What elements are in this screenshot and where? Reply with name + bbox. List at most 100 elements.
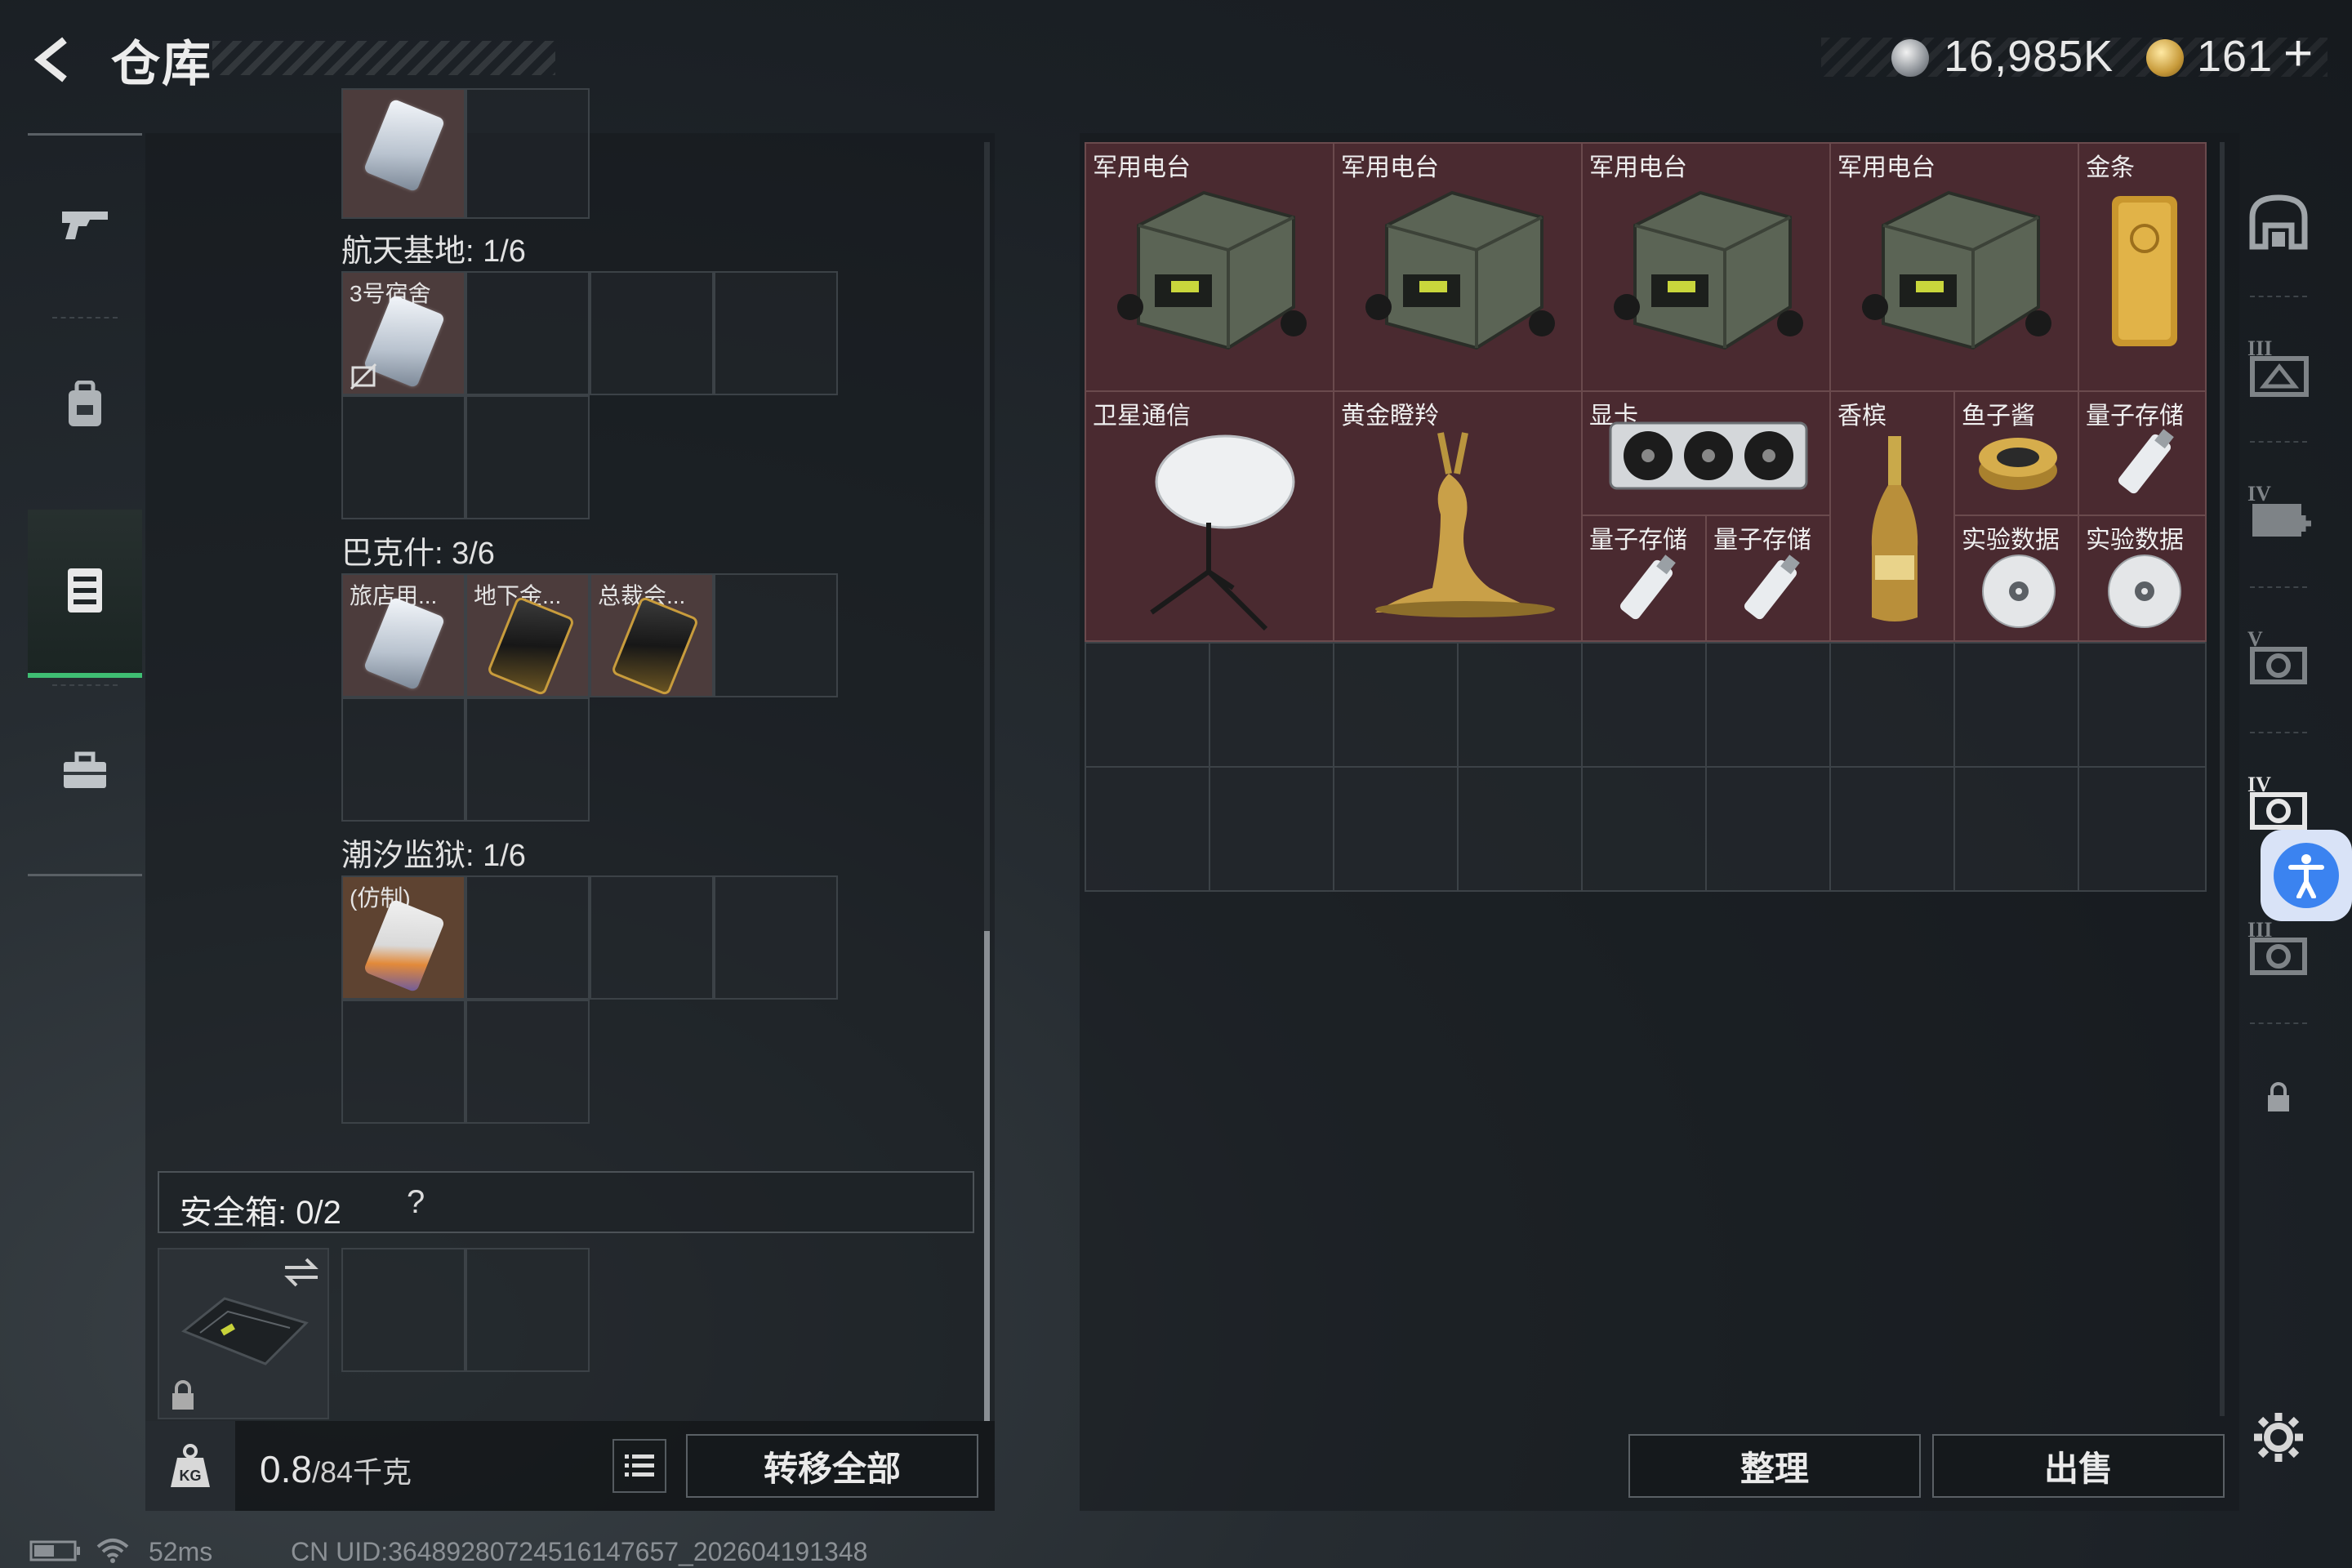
empty-slot[interactable] [1705,766,1831,892]
empty-slot[interactable] [590,271,714,395]
stash-item-champagne[interactable]: 香槟 [1829,390,1955,642]
stash-tab-3b[interactable]: III [2238,879,2319,1018]
item-slot[interactable] [341,88,466,219]
empty-slot[interactable] [466,697,590,822]
empty-slot[interactable] [2078,766,2207,892]
tier-5-camera-icon: V [2247,627,2307,684]
radio-icon [1862,190,2051,350]
keycard-slot[interactable]: 总裁会... [590,573,714,697]
right-scroll-track[interactable] [2220,142,2225,1416]
settings-button[interactable] [2246,1405,2311,1470]
stash-item-quantum-storage[interactable]: 量子存储 [1705,514,1831,642]
empty-slot[interactable] [1829,766,1955,892]
stash-tab-locked[interactable] [2238,1029,2319,1168]
empty-slot[interactable] [1953,642,2079,768]
stash-item-radio[interactable]: 军用电台 [1829,142,2079,392]
stash-item-quantum-storage[interactable]: 量子存储 [2078,390,2207,516]
usb-drive-icon [2118,429,2174,494]
empty-slot[interactable] [1581,766,1707,892]
stash-tab-5[interactable]: V [2238,588,2319,727]
keycard-slot[interactable]: (仿制) [341,875,466,1000]
stash-item-graphics-card[interactable]: 显卡 [1581,390,1831,516]
graphics-card-icon [1609,421,1808,490]
empty-slot[interactable] [2078,642,2207,768]
empty-slot[interactable] [714,573,838,697]
sort-button[interactable]: 整理 [1628,1434,1921,1498]
stash-item-radio[interactable]: 军用电台 [1085,142,1334,392]
user-id: CN UID:3648928072451614765​7_20260419134… [291,1537,868,1566]
add-currency-button[interactable]: + [2283,24,2313,82]
swap-icon[interactable] [282,1256,321,1289]
nav-equipment[interactable] [28,325,142,488]
stash-tab-4-medkit[interactable]: IV [2238,443,2319,581]
empty-slot[interactable] [1829,642,1955,768]
empty-slot[interactable] [1209,766,1334,892]
stash-item-experiment-data[interactable]: 实验数据 [1953,514,2079,642]
empty-slot[interactable] [466,1000,590,1124]
item-name: 军用电台 [1838,154,1936,181]
empty-slot[interactable] [714,875,838,1000]
stash-item-experiment-data[interactable]: 实验数据 [2078,514,2207,642]
safebox-label: 安全箱: 0/2 [180,1195,341,1231]
stash-item-radio[interactable]: 军用电台 [1581,142,1831,392]
weight-readout: 0.8/84千克 [260,1447,412,1491]
stash-item-radio[interactable]: 军用电台 [1333,142,1583,392]
sell-button[interactable]: 出售 [1932,1434,2225,1498]
empty-slot[interactable] [466,875,590,1000]
stash-tab-main[interactable] [2238,152,2319,291]
stash-item-quantum-storage[interactable]: 量子存储 [1581,514,1707,642]
keycard-slot[interactable]: 旅店用... [341,573,466,697]
empty-slot[interactable] [466,271,590,395]
stash-tab-3[interactable]: III [2238,297,2319,436]
empty-slot[interactable] [1953,766,2079,892]
empty-slot[interactable] [341,395,466,519]
empty-slot[interactable] [1209,642,1334,768]
safebox-container[interactable] [158,1248,329,1419]
empty-slot[interactable] [1085,642,1210,768]
stash-item-caviar[interactable]: 鱼子酱 [1953,390,2079,516]
empty-slot[interactable] [1333,642,1459,768]
list-view-button[interactable] [612,1439,666,1493]
empty-slot[interactable] [590,875,714,1000]
disc-icon [1982,555,2056,628]
empty-slot[interactable] [1581,642,1707,768]
weight-value: 0.8 [260,1448,312,1490]
empty-slot[interactable] [466,395,590,519]
tier-4-medkit-icon: IV [2247,482,2311,537]
transfer-all-button[interactable]: 转移全部 [686,1434,978,1498]
keycard-slot[interactable]: 3号宿舍 [341,271,466,395]
silver-coin-icon [1891,39,1929,77]
toolbox-icon [60,751,109,795]
keycard-slot[interactable]: 地下金... [466,573,590,697]
nav-weapons[interactable] [28,144,142,307]
empty-slot[interactable] [1457,642,1583,768]
empty-slot[interactable] [1457,766,1583,892]
nav-storage[interactable] [28,510,142,678]
empty-slot[interactable] [1705,642,1831,768]
no-trade-icon [350,363,377,390]
lock-icon [172,1380,194,1410]
nav-toolbox[interactable] [28,691,142,854]
stash-item-satellite[interactable]: 卫星通信 [1085,390,1334,642]
item-name: 军用电台 [1093,154,1191,181]
warehouse-icon [2249,194,2308,250]
safebox-help-button[interactable]: ? [407,1184,425,1221]
usb-drive-icon [1744,555,1800,620]
left-scroll-thumb[interactable] [984,931,990,1421]
empty-slot[interactable] [1333,766,1459,892]
group-label-tidal-prison: 潮汐监狱: 1/6 [341,839,526,873]
safebox-slot[interactable] [466,1248,590,1372]
empty-slot[interactable] [341,1000,466,1124]
keycard-icon [363,98,446,193]
stash-item-golden-gazelle[interactable]: 黄金瞪羚 [1333,390,1583,642]
stash-item-gold-bar[interactable]: 金条 [2078,142,2207,392]
empty-slot[interactable] [1085,766,1210,892]
empty-slot[interactable] [341,697,466,822]
back-arrow-icon[interactable] [24,31,82,88]
empty-slot[interactable] [714,271,838,395]
safebox-case-icon [181,1297,309,1365]
empty-slot[interactable] [466,88,590,219]
storage-cabinet-icon [65,564,105,620]
item-name: 实验数据 [1962,527,2060,554]
safebox-slot[interactable] [341,1248,466,1372]
